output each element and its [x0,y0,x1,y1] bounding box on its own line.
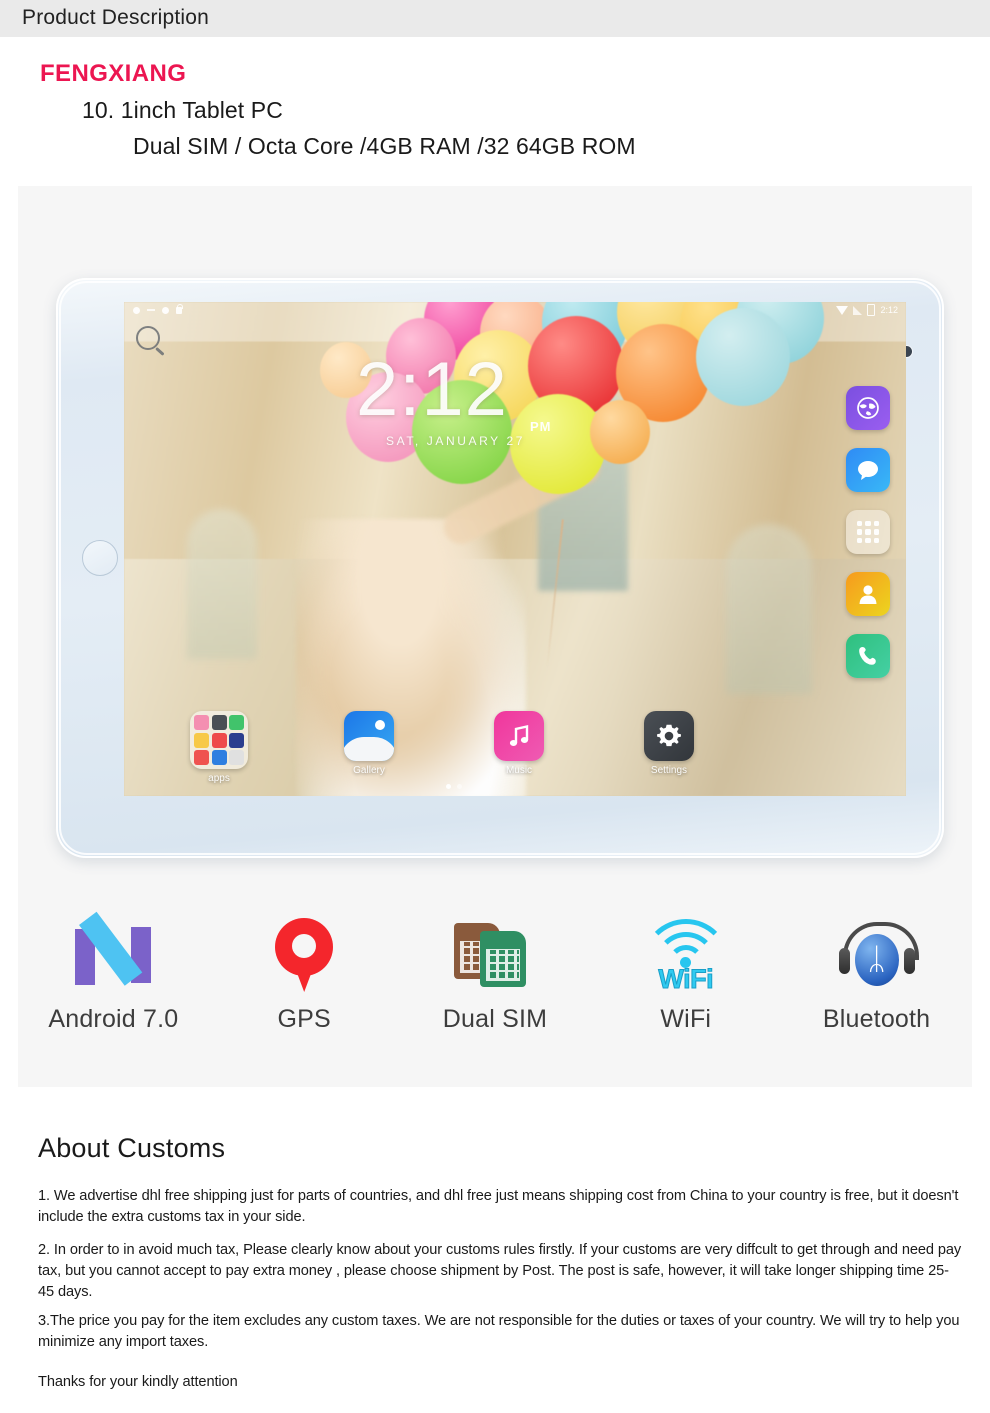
customs-paragraph-2: 2. In order to in avoid much tax, Please… [38,1242,962,1300]
bluetooth-symbol: ᛦ [854,934,899,986]
android-nougat-icon [71,911,155,997]
wallpaper-arch-right [726,524,813,695]
lockscreen-date: SAT, JANUARY 27 [386,434,526,448]
notification-dash-icon [147,309,155,311]
browser-icon[interactable] [846,386,890,430]
notification-dot-icon [162,306,169,314]
search-icon[interactable] [136,326,160,350]
brand-name: FENGXIANG [40,60,187,87]
android-n-glyph [71,911,155,989]
handset-glyph [859,647,876,665]
gallery-icon[interactable] [344,711,394,761]
contacts-icon[interactable] [846,572,890,616]
dock-label: Settings [650,765,688,776]
dock-label: Gallery [353,765,385,776]
pin-hole [292,934,317,958]
lockscreen-clock: 2:12 [356,347,508,432]
dock-label: Music [505,765,533,776]
dock-label: apps [208,773,230,784]
wifi-icon-text: WiFi [658,964,714,995]
app-drawer-icon[interactable] [846,510,890,554]
music-note-glyph [509,724,529,746]
chat-bubble-glyph [858,461,878,480]
headset-earcup-left [838,948,850,974]
sim-chip [485,949,520,981]
music-icon[interactable] [494,711,544,761]
feature-icon-row: Android 7.0 GPS Dual SIM WiFi WiFi ᛦ Blu… [18,911,972,1034]
signal-icon [853,305,863,315]
sim-card-green [479,931,526,987]
gear-glyph [657,724,681,747]
person-glyph [859,585,877,604]
settings-icon[interactable] [644,711,694,761]
page-dot-active [446,784,451,789]
product-description-bar: Product Description [0,0,990,37]
lock-icon [176,303,183,314]
folder-mini-grid [194,715,244,765]
wallpaper-arch-left [186,509,257,660]
sun-glyph [375,720,385,730]
bluetooth-headset-icon: ᛦ [838,915,919,997]
dual-sim-glyph [453,919,536,993]
map-pin-glyph [275,918,334,994]
page-indicator-dots [446,784,462,789]
balloon [696,308,790,406]
feature-gps: GPS [209,915,399,1034]
product-specs: Dual SIM / Octa Core /4GB RAM /32 64GB R… [133,133,636,159]
feature-bluetooth: ᛦ Bluetooth [782,915,972,1034]
product-image-panel: 2:12 2:12 PM SAT, JANUARY 27 apps Galler… [18,186,972,1087]
wifi-icon: WiFi [640,915,732,997]
product-model: 10. 1inch Tablet PC [82,97,283,123]
about-customs-heading: About Customs [38,1133,226,1163]
wifi-icon [836,305,849,315]
dock-item-settings[interactable]: Settings [594,711,744,784]
feature-wifi: WiFi WiFi [591,915,781,1034]
product-description-title: Product Description [22,6,210,29]
messages-icon[interactable] [846,448,890,492]
hill-glyph [344,737,394,761]
balloon [590,400,650,464]
feature-label: Dual SIM [442,1005,548,1033]
bluetooth-glyph: ᛦ [838,922,919,990]
dock-item-apps[interactable]: apps [144,711,294,784]
feature-label: GPS [277,1005,331,1033]
phone-icon[interactable] [846,634,890,678]
side-rail [846,386,890,678]
feature-dual-sim: Dual SIM [400,915,590,1034]
feature-label: Bluetooth [822,1005,931,1033]
tablet-device: 2:12 2:12 PM SAT, JANUARY 27 apps Galler… [56,278,944,858]
headset-earcup-right [903,948,915,974]
home-button[interactable] [82,540,118,576]
grid-glyph [857,521,879,543]
notification-dot-icon [133,306,140,314]
customs-closing-line: Thanks for your kindly attention [38,1374,238,1390]
feature-label: Android 7.0 [48,1005,179,1033]
customs-paragraph-3: 3.The price you pay for the item exclude… [38,1313,960,1350]
page-dot [457,784,462,789]
globe-glyph [857,397,879,419]
dock-item-gallery[interactable]: Gallery [294,711,444,784]
status-bar: 2:12 [124,302,906,318]
status-bar-time: 2:12 [880,305,898,315]
wifi-glyph: WiFi [640,919,732,995]
feature-label: WiFi [660,1005,712,1033]
home-dock: apps Gallery Music Settings [144,711,764,784]
lockscreen-clock-meridiem: PM [530,419,552,434]
tablet-screen: 2:12 2:12 PM SAT, JANUARY 27 apps Galler… [124,302,906,796]
status-left-icons [133,303,183,314]
map-pin-icon [275,915,334,997]
battery-icon [867,304,876,316]
dual-sim-icon [453,915,536,997]
apps-folder-icon[interactable] [190,711,248,769]
dock-item-music[interactable]: Music [444,711,594,784]
feature-android: Android 7.0 [18,911,208,1034]
status-right-icons: 2:12 [836,304,898,316]
customs-paragraph-1: 1. We advertise dhl free shipping just f… [38,1188,959,1225]
